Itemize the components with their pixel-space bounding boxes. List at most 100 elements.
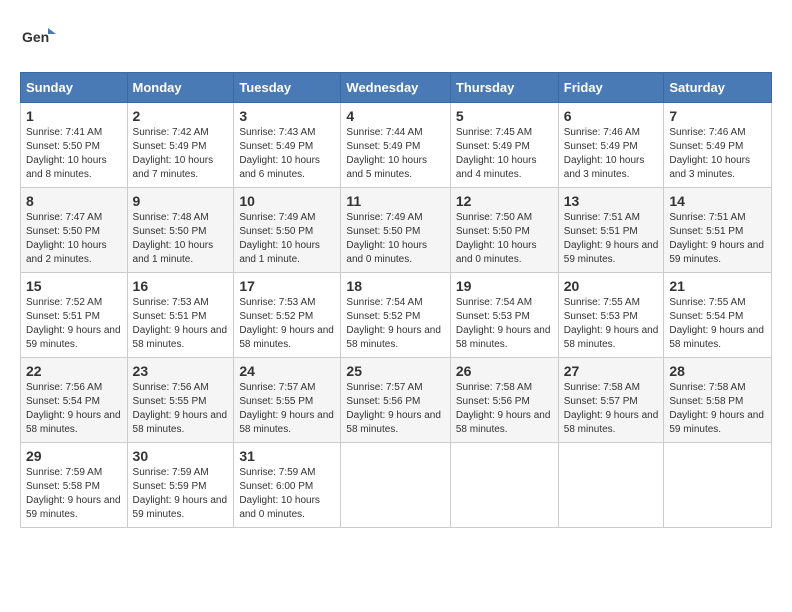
day-number: 25 [346, 363, 444, 379]
day-cell: 29 Sunrise: 7:59 AMSunset: 5:58 PMDaylig… [21, 443, 128, 528]
day-number: 13 [564, 193, 659, 209]
day-number: 9 [133, 193, 229, 209]
day-number: 30 [133, 448, 229, 464]
day-cell: 8 Sunrise: 7:47 AMSunset: 5:50 PMDayligh… [21, 188, 128, 273]
logo: Gen [20, 20, 62, 56]
day-info: Sunrise: 7:55 AMSunset: 5:53 PMDaylight:… [564, 296, 659, 352]
day-cell: 15 Sunrise: 7:52 AMSunset: 5:51 PMDaylig… [21, 273, 128, 358]
day-info: Sunrise: 7:59 AMSunset: 5:59 PMDaylight:… [133, 466, 229, 522]
day-info: Sunrise: 7:53 AMSunset: 5:52 PMDaylight:… [239, 296, 335, 352]
day-info: Sunrise: 7:54 AMSunset: 5:52 PMDaylight:… [346, 296, 444, 352]
day-cell: 24 Sunrise: 7:57 AMSunset: 5:55 PMDaylig… [234, 358, 341, 443]
day-cell: 23 Sunrise: 7:56 AMSunset: 5:55 PMDaylig… [127, 358, 234, 443]
day-cell: 20 Sunrise: 7:55 AMSunset: 5:53 PMDaylig… [558, 273, 664, 358]
day-cell: 14 Sunrise: 7:51 AMSunset: 5:51 PMDaylig… [664, 188, 772, 273]
day-cell: 11 Sunrise: 7:49 AMSunset: 5:50 PMDaylig… [341, 188, 450, 273]
day-cell: 17 Sunrise: 7:53 AMSunset: 5:52 PMDaylig… [234, 273, 341, 358]
day-number: 7 [669, 108, 766, 124]
day-info: Sunrise: 7:48 AMSunset: 5:50 PMDaylight:… [133, 211, 229, 267]
day-info: Sunrise: 7:59 AMSunset: 5:58 PMDaylight:… [26, 466, 122, 522]
day-number: 8 [26, 193, 122, 209]
col-header-tuesday: Tuesday [234, 73, 341, 103]
day-cell: 13 Sunrise: 7:51 AMSunset: 5:51 PMDaylig… [558, 188, 664, 273]
day-number: 21 [669, 278, 766, 294]
day-info: Sunrise: 7:52 AMSunset: 5:51 PMDaylight:… [26, 296, 122, 352]
day-cell: 19 Sunrise: 7:54 AMSunset: 5:53 PMDaylig… [450, 273, 558, 358]
day-number: 3 [239, 108, 335, 124]
day-cell: 4 Sunrise: 7:44 AMSunset: 5:49 PMDayligh… [341, 103, 450, 188]
day-cell: 18 Sunrise: 7:54 AMSunset: 5:52 PMDaylig… [341, 273, 450, 358]
day-info: Sunrise: 7:45 AMSunset: 5:49 PMDaylight:… [456, 126, 553, 182]
day-number: 15 [26, 278, 122, 294]
day-cell: 28 Sunrise: 7:58 AMSunset: 5:58 PMDaylig… [664, 358, 772, 443]
day-cell: 1 Sunrise: 7:41 AMSunset: 5:50 PMDayligh… [21, 103, 128, 188]
day-cell: 27 Sunrise: 7:58 AMSunset: 5:57 PMDaylig… [558, 358, 664, 443]
day-number: 16 [133, 278, 229, 294]
day-cell: 12 Sunrise: 7:50 AMSunset: 5:50 PMDaylig… [450, 188, 558, 273]
day-info: Sunrise: 7:49 AMSunset: 5:50 PMDaylight:… [239, 211, 335, 267]
day-cell: 3 Sunrise: 7:43 AMSunset: 5:49 PMDayligh… [234, 103, 341, 188]
day-number: 20 [564, 278, 659, 294]
day-info: Sunrise: 7:51 AMSunset: 5:51 PMDaylight:… [669, 211, 766, 267]
day-cell: 16 Sunrise: 7:53 AMSunset: 5:51 PMDaylig… [127, 273, 234, 358]
day-number: 27 [564, 363, 659, 379]
week-row-1: 1 Sunrise: 7:41 AMSunset: 5:50 PMDayligh… [21, 103, 772, 188]
col-header-wednesday: Wednesday [341, 73, 450, 103]
day-number: 4 [346, 108, 444, 124]
day-cell: 7 Sunrise: 7:46 AMSunset: 5:49 PMDayligh… [664, 103, 772, 188]
day-cell: 9 Sunrise: 7:48 AMSunset: 5:50 PMDayligh… [127, 188, 234, 273]
day-info: Sunrise: 7:46 AMSunset: 5:49 PMDaylight:… [669, 126, 766, 182]
col-header-sunday: Sunday [21, 73, 128, 103]
day-cell: 5 Sunrise: 7:45 AMSunset: 5:49 PMDayligh… [450, 103, 558, 188]
day-info: Sunrise: 7:58 AMSunset: 5:57 PMDaylight:… [564, 381, 659, 437]
day-info: Sunrise: 7:43 AMSunset: 5:49 PMDaylight:… [239, 126, 335, 182]
col-header-friday: Friday [558, 73, 664, 103]
day-number: 5 [456, 108, 553, 124]
week-row-4: 22 Sunrise: 7:56 AMSunset: 5:54 PMDaylig… [21, 358, 772, 443]
day-info: Sunrise: 7:56 AMSunset: 5:55 PMDaylight:… [133, 381, 229, 437]
day-info: Sunrise: 7:59 AMSunset: 6:00 PMDaylight:… [239, 466, 335, 522]
page-header: Gen [20, 20, 772, 56]
svg-text:Gen: Gen [22, 29, 49, 45]
day-number: 19 [456, 278, 553, 294]
day-number: 12 [456, 193, 553, 209]
day-number: 2 [133, 108, 229, 124]
day-info: Sunrise: 7:46 AMSunset: 5:49 PMDaylight:… [564, 126, 659, 182]
col-header-monday: Monday [127, 73, 234, 103]
day-cell: 26 Sunrise: 7:58 AMSunset: 5:56 PMDaylig… [450, 358, 558, 443]
day-info: Sunrise: 7:56 AMSunset: 5:54 PMDaylight:… [26, 381, 122, 437]
day-info: Sunrise: 7:57 AMSunset: 5:56 PMDaylight:… [346, 381, 444, 437]
day-number: 11 [346, 193, 444, 209]
day-cell: 30 Sunrise: 7:59 AMSunset: 5:59 PMDaylig… [127, 443, 234, 528]
calendar-table: SundayMondayTuesdayWednesdayThursdayFrid… [20, 72, 772, 528]
day-number: 24 [239, 363, 335, 379]
day-number: 10 [239, 193, 335, 209]
day-number: 31 [239, 448, 335, 464]
day-info: Sunrise: 7:41 AMSunset: 5:50 PMDaylight:… [26, 126, 122, 182]
week-row-3: 15 Sunrise: 7:52 AMSunset: 5:51 PMDaylig… [21, 273, 772, 358]
day-info: Sunrise: 7:58 AMSunset: 5:56 PMDaylight:… [456, 381, 553, 437]
day-number: 6 [564, 108, 659, 124]
day-cell [558, 443, 664, 528]
day-info: Sunrise: 7:42 AMSunset: 5:49 PMDaylight:… [133, 126, 229, 182]
day-info: Sunrise: 7:47 AMSunset: 5:50 PMDaylight:… [26, 211, 122, 267]
day-info: Sunrise: 7:44 AMSunset: 5:49 PMDaylight:… [346, 126, 444, 182]
day-info: Sunrise: 7:49 AMSunset: 5:50 PMDaylight:… [346, 211, 444, 267]
day-info: Sunrise: 7:57 AMSunset: 5:55 PMDaylight:… [239, 381, 335, 437]
day-cell: 22 Sunrise: 7:56 AMSunset: 5:54 PMDaylig… [21, 358, 128, 443]
day-info: Sunrise: 7:58 AMSunset: 5:58 PMDaylight:… [669, 381, 766, 437]
day-cell: 2 Sunrise: 7:42 AMSunset: 5:49 PMDayligh… [127, 103, 234, 188]
week-row-5: 29 Sunrise: 7:59 AMSunset: 5:58 PMDaylig… [21, 443, 772, 528]
day-info: Sunrise: 7:51 AMSunset: 5:51 PMDaylight:… [564, 211, 659, 267]
day-number: 29 [26, 448, 122, 464]
day-cell: 21 Sunrise: 7:55 AMSunset: 5:54 PMDaylig… [664, 273, 772, 358]
day-info: Sunrise: 7:55 AMSunset: 5:54 PMDaylight:… [669, 296, 766, 352]
day-cell: 31 Sunrise: 7:59 AMSunset: 6:00 PMDaylig… [234, 443, 341, 528]
day-cell: 25 Sunrise: 7:57 AMSunset: 5:56 PMDaylig… [341, 358, 450, 443]
day-number: 23 [133, 363, 229, 379]
day-number: 28 [669, 363, 766, 379]
header-row: SundayMondayTuesdayWednesdayThursdayFrid… [21, 73, 772, 103]
day-info: Sunrise: 7:53 AMSunset: 5:51 PMDaylight:… [133, 296, 229, 352]
day-number: 18 [346, 278, 444, 294]
week-row-2: 8 Sunrise: 7:47 AMSunset: 5:50 PMDayligh… [21, 188, 772, 273]
